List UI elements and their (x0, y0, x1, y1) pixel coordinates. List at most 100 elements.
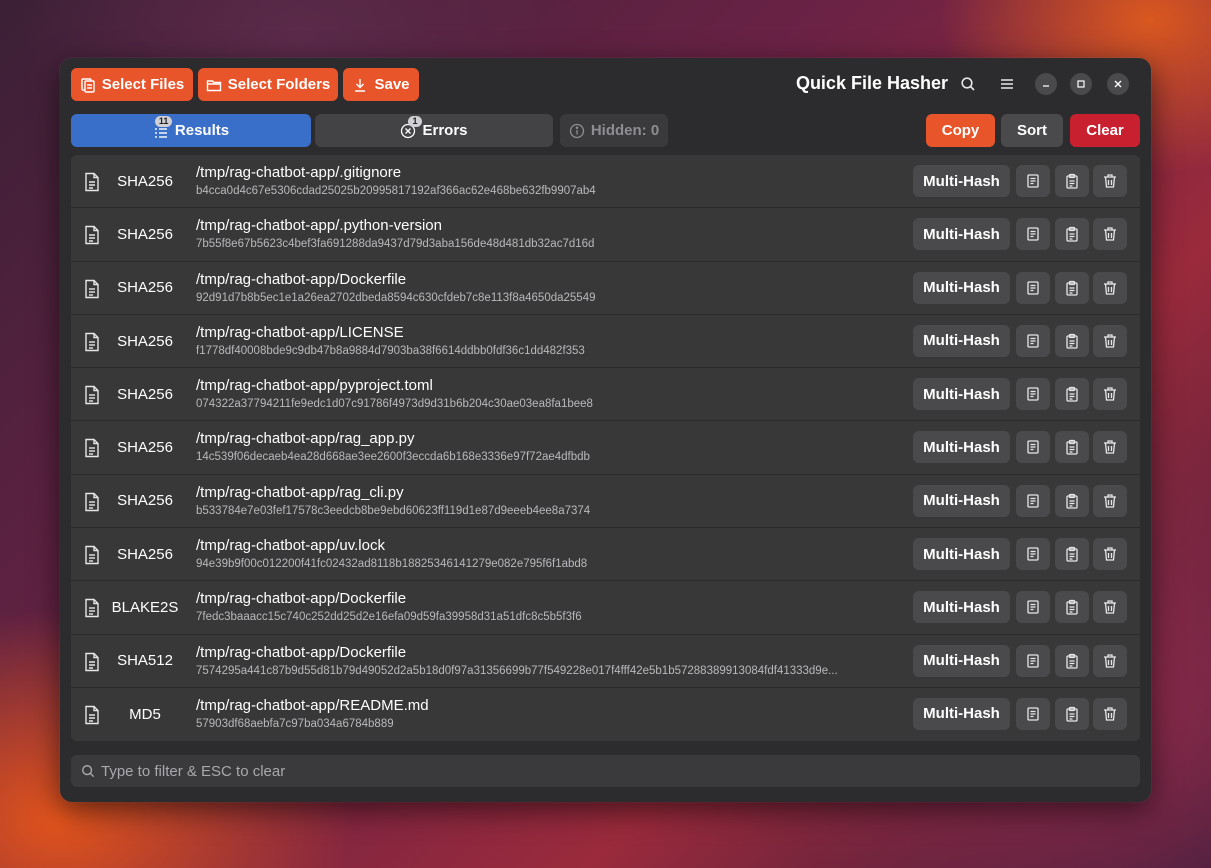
delete-row-button[interactable] (1093, 484, 1127, 517)
copy-icon (1025, 493, 1041, 509)
delete-row-button[interactable] (1093, 378, 1127, 411)
menu-button[interactable] (995, 72, 1019, 96)
file-text-icon (84, 705, 100, 725)
multi-hash-button[interactable]: Multi-Hash (913, 644, 1010, 677)
file-path: /tmp/rag-chatbot-app/.gitignore (196, 164, 402, 181)
file-path: /tmp/rag-chatbot-app/pyproject.toml (196, 377, 433, 395)
tab-results[interactable]: 11 Results (71, 114, 311, 147)
hash-value: 7b55f8e67b5623c4bef3fa691288da9437d79d3a… (196, 238, 595, 251)
tab-results-label: Results (174, 122, 230, 139)
trash-icon (1102, 333, 1118, 349)
result-row[interactable]: SHA256/tmp/rag-chatbot-app/rag_cli.py b53… (71, 475, 1140, 529)
multi-hash-button[interactable]: Multi-Hash (913, 697, 1010, 730)
copy-hash-button[interactable] (1016, 697, 1050, 730)
multi-hash-button[interactable]: Multi-Hash (913, 538, 1010, 571)
result-row[interactable]: SHA256/tmp/rag-chatbot-app/LICENSE f1778d… (71, 315, 1140, 369)
copy-hash-button[interactable] (1016, 218, 1050, 251)
multi-hash-label: Multi-Hash (923, 492, 1000, 510)
delete-row-button[interactable] (1093, 644, 1127, 677)
result-row[interactable]: BLAKE2S/tmp/rag-chatbot-app/Dockerfile 7f… (71, 581, 1140, 635)
multi-hash-button[interactable]: Multi-Hash (913, 378, 1010, 411)
filter-input[interactable] (101, 755, 1121, 787)
hash-algorithm: SHA256 (117, 225, 173, 243)
multi-hash-button[interactable]: Multi-Hash (913, 591, 1010, 624)
multi-hash-button[interactable]: Multi-Hash (913, 484, 1010, 517)
compare-clipboard-button[interactable] (1055, 697, 1089, 730)
compare-clipboard-button[interactable] (1055, 431, 1089, 464)
filter-bar (71, 755, 1140, 787)
compare-clipboard-button[interactable] (1055, 218, 1089, 251)
trash-icon (1102, 653, 1118, 669)
hash-value: 14c539f06decaeb4ea28d668ae3ee2600f3eccda… (196, 451, 590, 464)
multi-hash-label: Multi-Hash (923, 545, 1000, 563)
delete-row-button[interactable] (1093, 697, 1127, 730)
hamburger-menu-icon (1001, 79, 1013, 89)
select-folders-button[interactable]: Select Folders (198, 68, 338, 101)
result-row[interactable]: SHA256/tmp/rag-chatbot-app/.python-versi… (71, 208, 1140, 262)
copy-hash-button[interactable] (1016, 324, 1050, 357)
compare-clipboard-button[interactable] (1055, 484, 1089, 517)
hash-value: 57903df68aebfa7c97ba034a6784b889 (196, 717, 394, 730)
files-icon (81, 77, 95, 93)
hash-value: 94e39b9f00c012200f41fc02432ad8118b188253… (196, 558, 588, 571)
copy-hash-button[interactable] (1016, 591, 1050, 624)
delete-row-button[interactable] (1093, 271, 1127, 304)
sort-button[interactable]: Sort (1001, 114, 1063, 147)
file-text-icon (84, 492, 100, 512)
copy-hash-button[interactable] (1016, 484, 1050, 517)
delete-row-button[interactable] (1093, 324, 1127, 357)
multi-hash-button[interactable]: Multi-Hash (913, 165, 1010, 197)
result-row[interactable]: SHA256/tmp/rag-chatbot-app/uv.lock 94e39b… (71, 528, 1140, 582)
trash-icon (1102, 599, 1118, 615)
hash-value: 7574295a441c87b9d55d81b79d49052d2a5b18d0… (196, 664, 838, 677)
result-row[interactable]: SHA256/tmp/rag-chatbot-app/pyproject.tom… (71, 368, 1140, 422)
result-row[interactable]: SHA512/tmp/rag-chatbot-app/Dockerfile 757… (71, 635, 1140, 688)
copy-hash-button[interactable] (1016, 644, 1050, 677)
minimize-button[interactable] (1035, 73, 1057, 95)
multi-hash-button[interactable]: Multi-Hash (913, 431, 1010, 464)
compare-clipboard-button[interactable] (1055, 591, 1089, 624)
result-row[interactable]: SHA256/tmp/rag-chatbot-app/Dockerfile 92d… (71, 262, 1140, 315)
delete-row-button[interactable] (1093, 431, 1127, 464)
select-files-button[interactable]: Select Files (71, 68, 193, 101)
multi-hash-button[interactable]: Multi-Hash (913, 218, 1010, 251)
header-bar: Select Files Select Folders Save Quick F… (60, 58, 1151, 110)
copy-hash-button[interactable] (1016, 538, 1050, 571)
clipboard-icon (1064, 546, 1080, 562)
hash-value: b4cca0d4c67e5306cdad25025b20995817192af3… (196, 185, 596, 197)
compare-clipboard-button[interactable] (1055, 165, 1089, 197)
maximize-button[interactable] (1070, 73, 1092, 95)
close-button[interactable] (1107, 73, 1129, 95)
copy-hash-button[interactable] (1016, 431, 1050, 464)
multi-hash-button[interactable]: Multi-Hash (913, 271, 1010, 304)
tab-bar: 11 Results 1 Errors Hidden: 0 Copy Sort … (60, 114, 1151, 148)
copy-icon (1025, 280, 1041, 296)
copy-icon (1025, 226, 1041, 242)
trash-icon (1102, 546, 1118, 562)
clear-button[interactable]: Clear (1070, 114, 1140, 147)
hash-algorithm: SHA256 (117, 439, 173, 457)
search-button[interactable] (956, 72, 980, 96)
clipboard-icon (1064, 333, 1080, 349)
copy-hash-button[interactable] (1016, 271, 1050, 304)
delete-row-button[interactable] (1093, 165, 1127, 197)
compare-clipboard-button[interactable] (1055, 324, 1089, 357)
delete-row-button[interactable] (1093, 591, 1127, 624)
result-row[interactable]: SHA256/tmp/rag-chatbot-app/rag_app.py 14c… (71, 421, 1140, 475)
delete-row-button[interactable] (1093, 538, 1127, 571)
result-row[interactable]: MD5/tmp/rag-chatbot-app/README.md 57903df… (71, 688, 1140, 741)
multi-hash-button[interactable]: Multi-Hash (913, 324, 1010, 357)
copy-button[interactable]: Copy (926, 114, 995, 147)
compare-clipboard-button[interactable] (1055, 378, 1089, 411)
save-button[interactable]: Save (343, 68, 419, 101)
result-row[interactable]: SHA256/tmp/rag-chatbot-app/.gitignore b4c… (71, 155, 1140, 209)
window-title: Quick File Hasher (795, 73, 948, 93)
file-path: /tmp/rag-chatbot-app/Dockerfile (196, 590, 407, 608)
delete-row-button[interactable] (1093, 218, 1127, 251)
compare-clipboard-button[interactable] (1055, 644, 1089, 677)
compare-clipboard-button[interactable] (1055, 271, 1089, 304)
copy-hash-button[interactable] (1016, 165, 1050, 197)
copy-hash-button[interactable] (1016, 378, 1050, 411)
compare-clipboard-button[interactable] (1055, 538, 1089, 571)
tab-errors[interactable]: 1 Errors (315, 114, 553, 147)
